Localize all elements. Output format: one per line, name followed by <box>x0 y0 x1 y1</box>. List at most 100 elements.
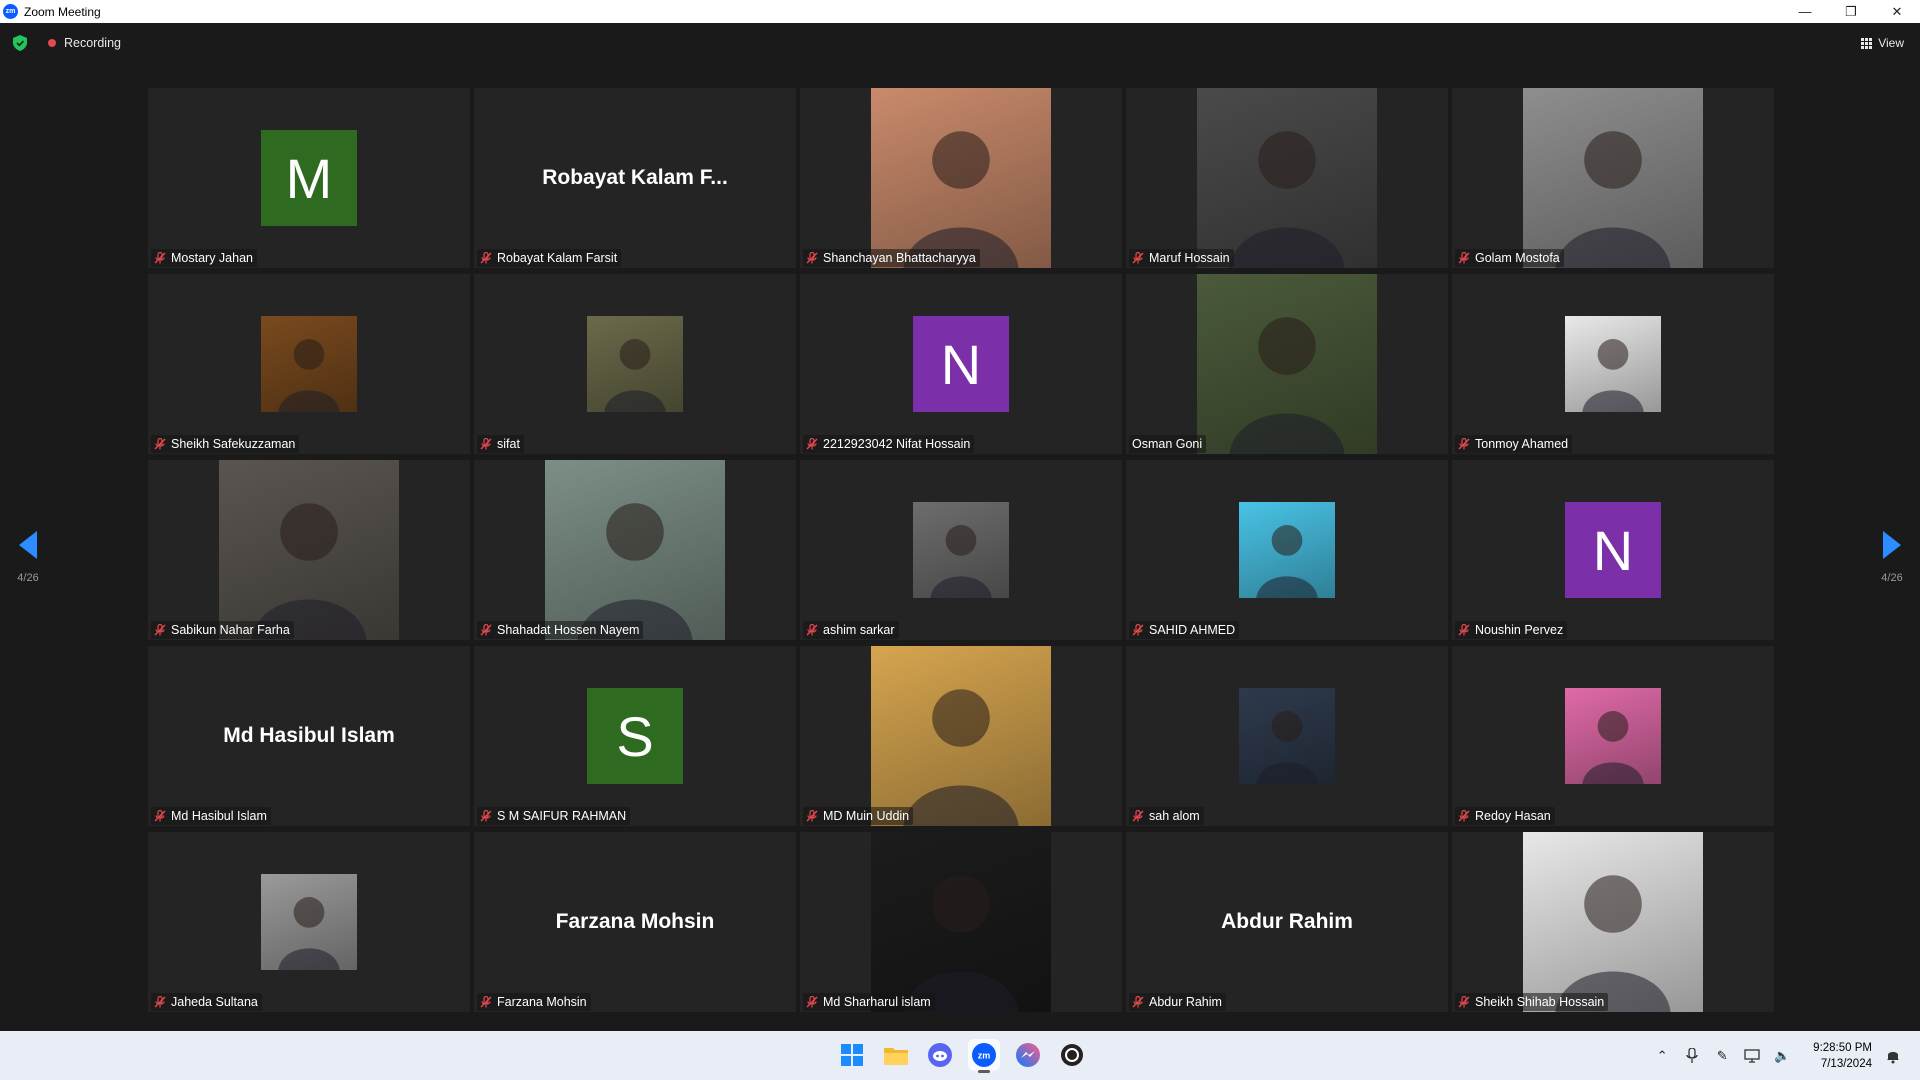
participant-name: Osman Goni <box>1132 437 1203 451</box>
participant-name: Golam Mostofa <box>1475 251 1560 265</box>
volume-icon[interactable]: 🔈 <box>1773 1047 1791 1065</box>
participant-tile[interactable]: N 2212923042 Nifat Hossain <box>800 274 1122 454</box>
muted-microphone-icon <box>480 810 492 822</box>
windows-start-icon[interactable] <box>836 1039 868 1071</box>
participant-name-label: Md Hasibul Islam <box>151 807 271 825</box>
participant-name: Abdur Rahim <box>1149 995 1222 1009</box>
next-page-control[interactable]: 4/26 <box>1872 531 1912 584</box>
participant-name-label: 2212923042 Nifat Hossain <box>803 435 975 453</box>
next-page-arrow-icon[interactable] <box>1883 531 1901 559</box>
participant-tile[interactable]: Md Sharharul islam <box>800 832 1122 1012</box>
file-explorer-icon[interactable] <box>880 1039 912 1071</box>
participant-tile[interactable]: sifat <box>474 274 796 454</box>
page-indicator-left: 4/26 <box>17 572 39 584</box>
messenger-icon[interactable] <box>1012 1039 1044 1071</box>
window-title: Zoom Meeting <box>24 4 101 19</box>
previous-page-control[interactable]: 4/26 <box>8 531 48 584</box>
participant-display-name: Md Hasibul Islam <box>223 724 395 747</box>
recording-label: Recording <box>64 36 121 50</box>
participant-name: Mostary Jahan <box>171 251 253 265</box>
show-hidden-icons-chevron-icon[interactable]: ⌃ <box>1653 1047 1671 1065</box>
pen-icon[interactable]: ✎ <box>1713 1047 1731 1065</box>
participant-tile[interactable]: Sheikh Shihab Hossain <box>1452 832 1774 1012</box>
participant-name-label: sifat <box>477 435 524 453</box>
windows-taskbar: zm ⌃ ✎ 🔈 9:28:50 PM 7/13/2024 <box>0 1031 1920 1080</box>
recording-indicator[interactable]: Recording <box>40 31 129 55</box>
participant-tile[interactable]: Maruf Hossain <box>1126 88 1448 268</box>
window-titlebar: zm Zoom Meeting — ❐ ✕ <box>0 0 1920 23</box>
muted-microphone-icon <box>1458 438 1470 450</box>
minimize-button[interactable]: — <box>1782 0 1828 23</box>
participant-tile[interactable]: N Noushin Pervez <box>1452 460 1774 640</box>
muted-microphone-icon <box>806 438 818 450</box>
participant-tile[interactable]: Farzana Mohsin Farzana Mohsin <box>474 832 796 1012</box>
participant-name-label: Sheikh Shihab Hossain <box>1455 993 1609 1011</box>
chatgpt-icon[interactable] <box>1056 1039 1088 1071</box>
participant-tile[interactable]: Md Hasibul Islam Md Hasibul Islam <box>148 646 470 826</box>
participant-name-label: Jaheda Sultana <box>151 993 262 1011</box>
muted-microphone-icon <box>1458 810 1470 822</box>
participant-name-label: Robayat Kalam Farsit <box>477 249 622 267</box>
discord-icon[interactable] <box>924 1039 956 1071</box>
grid-view-icon <box>1861 37 1873 49</box>
participant-tile[interactable]: Shahadat Hossen Nayem <box>474 460 796 640</box>
view-button[interactable]: View <box>1861 33 1904 53</box>
zoom-icon[interactable]: zm <box>968 1039 1000 1073</box>
microphone-icon[interactable] <box>1683 1047 1701 1065</box>
participant-profile-picture <box>261 316 357 412</box>
participant-display-name: Abdur Rahim <box>1221 910 1353 933</box>
participant-video <box>1197 88 1377 268</box>
participant-name-label: Redoy Hasan <box>1455 807 1555 825</box>
participant-name-label: MD Muin Uddin <box>803 807 914 825</box>
participant-tile[interactable]: M Mostary Jahan <box>148 88 470 268</box>
participant-video <box>1197 274 1377 454</box>
participant-name: SAHID AHMED <box>1149 623 1236 637</box>
close-button[interactable]: ✕ <box>1874 0 1920 23</box>
previous-page-arrow-icon[interactable] <box>19 531 37 559</box>
participant-name: Shahadat Hossen Nayem <box>497 623 640 637</box>
muted-microphone-icon <box>480 624 492 636</box>
system-clock[interactable]: 9:28:50 PM 7/13/2024 <box>1813 1040 1872 1072</box>
participant-tile[interactable]: SAHID AHMED <box>1126 460 1448 640</box>
participant-profile-picture <box>587 316 683 412</box>
participant-name-label: Tonmoy Ahamed <box>1455 435 1573 453</box>
network-icon[interactable] <box>1743 1047 1761 1065</box>
participant-name: S M SAIFUR RAHMAN <box>497 809 627 823</box>
participant-profile-picture <box>1239 688 1335 784</box>
participant-name: Sheikh Safekuzzaman <box>171 437 296 451</box>
participant-video <box>871 646 1051 826</box>
notification-bell-icon[interactable] <box>1884 1047 1902 1065</box>
participant-tile[interactable]: S S M SAIFUR RAHMAN <box>474 646 796 826</box>
restore-button[interactable]: ❐ <box>1828 0 1874 23</box>
participant-name-label: SAHID AHMED <box>1129 621 1240 639</box>
view-label: View <box>1878 36 1904 50</box>
participant-tile[interactable]: Robayat Kalam F... Robayat Kalam Farsit <box>474 88 796 268</box>
participant-tile[interactable]: Sabikun Nahar Farha <box>148 460 470 640</box>
muted-microphone-icon <box>1458 252 1470 264</box>
muted-microphone-icon <box>154 996 166 1008</box>
participant-name: Tonmoy Ahamed <box>1475 437 1569 451</box>
participant-tile[interactable]: Golam Mostofa <box>1452 88 1774 268</box>
encryption-shield-icon[interactable] <box>13 35 27 51</box>
participant-tile[interactable]: Abdur Rahim Abdur Rahim <box>1126 832 1448 1012</box>
participant-avatar-letter: M <box>261 130 357 226</box>
participant-name: sifat <box>497 437 520 451</box>
participant-tile[interactable]: Tonmoy Ahamed <box>1452 274 1774 454</box>
participant-name: Redoy Hasan <box>1475 809 1551 823</box>
participant-tile[interactable]: MD Muin Uddin <box>800 646 1122 826</box>
clock-date: 7/13/2024 <box>1820 1057 1872 1070</box>
participant-tile[interactable]: Jaheda Sultana <box>148 832 470 1012</box>
participant-tile[interactable]: Shanchayan Bhattacharyya <box>800 88 1122 268</box>
participant-name-label: Noushin Pervez <box>1455 621 1568 639</box>
muted-microphone-icon <box>1132 810 1144 822</box>
participant-tile[interactable]: Redoy Hasan <box>1452 646 1774 826</box>
participant-tile[interactable]: sah alom <box>1126 646 1448 826</box>
participant-name: Md Sharharul islam <box>823 995 931 1009</box>
muted-microphone-icon <box>154 810 166 822</box>
participant-tile[interactable]: Osman Goni <box>1126 274 1448 454</box>
participant-tile[interactable]: ashim sarkar <box>800 460 1122 640</box>
participant-video <box>1523 832 1703 1012</box>
participant-tile[interactable]: Sheikh Safekuzzaman <box>148 274 470 454</box>
muted-microphone-icon <box>1458 624 1470 636</box>
participant-name-label: ashim sarkar <box>803 621 899 639</box>
